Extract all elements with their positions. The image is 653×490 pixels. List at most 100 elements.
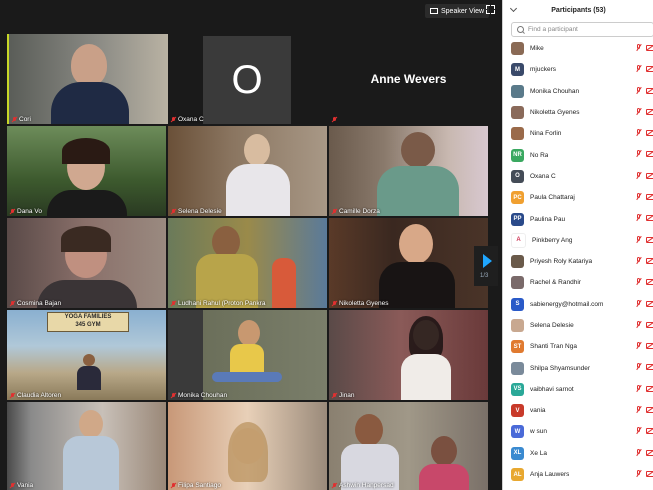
participant-name: Nikoletta Gyenes [530, 109, 580, 117]
video-off-icon [646, 257, 653, 264]
avatar: NR [511, 148, 524, 162]
participant-row[interactable]: Ssabienergy@hotmail.com [503, 294, 653, 315]
participant-name-label: Nikoletta Gyenes [332, 300, 389, 307]
video-off-icon [646, 215, 653, 222]
avatar: W [511, 425, 524, 439]
participant-row[interactable]: Priyesh Roly Katariya [503, 251, 653, 272]
video-off-icon [646, 449, 653, 456]
participant-name: Oxana C [530, 172, 556, 180]
video-off-icon [646, 385, 653, 392]
participant-name-label: Filipa Santiago [171, 482, 221, 489]
chevron-down-icon[interactable] [509, 4, 518, 13]
participant-name: Rachel & Randhir [530, 279, 581, 287]
participant-row[interactable]: Monika Chouhan [503, 81, 653, 102]
participant-row[interactable]: PC Paula Chattaraj [503, 187, 653, 208]
participant-row[interactable]: Vvania [503, 400, 653, 421]
video-off-icon [646, 343, 653, 350]
video-off-icon [646, 151, 653, 158]
participant-search-input[interactable]: Find a participant [511, 22, 653, 37]
video-tile[interactable]: YOGA FAMILIES 345 GYM Claudia Altoren [7, 310, 166, 400]
mic-off-icon [636, 235, 642, 244]
participant-name: Shanti Tran Nga [530, 343, 577, 351]
participant-row[interactable]: XL Xe La [503, 443, 653, 464]
participant-name: Paula Chattaraj [530, 194, 575, 202]
muted-mic-icon [332, 482, 337, 489]
video-off-icon [646, 321, 653, 328]
video-tile[interactable]: Anne Wevers [329, 34, 488, 124]
search-placeholder: Find a participant [528, 26, 578, 33]
muted-mic-icon [171, 482, 176, 489]
mic-off-icon [636, 448, 642, 457]
video-tile[interactable]: Dana Vo [7, 126, 166, 216]
participant-row[interactable]: A Pinkberry Ang [503, 230, 653, 251]
participant-name-label: Claudia Altoren [10, 392, 61, 399]
mic-off-icon [636, 363, 642, 371]
muted-mic-icon [171, 300, 176, 307]
video-off-icon [646, 407, 653, 414]
participant-row[interactable]: Nina Forlin [503, 123, 653, 144]
page-indicator: 1/3 [480, 273, 489, 279]
participant-name-label: Jinan [332, 392, 355, 399]
mic-off-icon [636, 469, 642, 478]
video-tile[interactable]: Cosmina Bajan [7, 218, 166, 308]
video-off-icon [646, 236, 653, 243]
participant-name-label: Camille Dorza [332, 208, 380, 215]
video-tile[interactable]: Selena Delesie [168, 126, 327, 216]
participant-name: Paulina Pau [530, 215, 566, 223]
video-tile[interactable]: Filipa Santiago [168, 402, 327, 490]
mic-off-icon [636, 320, 642, 329]
next-page-button[interactable]: 1/3 [474, 246, 498, 286]
participant-row[interactable]: Selena Delesie [503, 315, 653, 336]
mic-off-icon [636, 150, 642, 158]
fullscreen-icon[interactable] [486, 5, 495, 14]
participant-name: Monika Chouhan [530, 87, 580, 95]
video-off-icon [646, 66, 653, 73]
participant-row[interactable]: Mike [503, 38, 653, 59]
video-tile[interactable]: Nikoletta Gyenes [329, 218, 488, 308]
participant-row[interactable]: ST Shanti Tran Nga [503, 336, 653, 357]
participant-row[interactable]: Ww sun [503, 421, 653, 442]
video-tile[interactable]: O Oxana C [168, 34, 327, 124]
speaker-view-button[interactable]: Speaker View [425, 4, 490, 18]
participant-row[interactable]: Rachel & Randhir [503, 272, 653, 293]
video-tile[interactable]: Ludhani Rahul (Proton Pankra [168, 218, 327, 308]
avatar [511, 106, 524, 120]
video-tile[interactable]: Monika Chouhan [168, 310, 327, 400]
participant-row[interactable]: PP Paulina Pau [503, 208, 653, 229]
video-tile[interactable]: Ashwin Hanpersad [329, 402, 488, 490]
participant-row[interactable]: VS vaibhavi sarnot [503, 379, 653, 400]
avatar [511, 127, 524, 141]
participant-name: Selena Delesie [530, 322, 574, 329]
participant-name-label [332, 117, 339, 123]
muted-mic-icon [10, 208, 15, 215]
video-off-icon [646, 470, 653, 477]
mic-off-icon [636, 171, 642, 180]
mic-off-icon [636, 214, 642, 222]
video-off-icon [646, 130, 653, 137]
video-off-icon [646, 279, 653, 286]
participant-row[interactable]: Shilpa Shyamsunder [503, 357, 653, 378]
video-tile[interactable]: Vania [7, 402, 166, 490]
participant-row[interactable]: Nikoletta Gyenes [503, 102, 653, 123]
participant-name: Nina Forlin [530, 130, 562, 138]
participants-panel: Participants (53) Find a participant Mik… [502, 0, 653, 490]
avatar [511, 361, 524, 375]
avatar [511, 42, 524, 56]
participant-name-label: Ludhani Rahul (Proton Pankra [171, 300, 265, 307]
participant-row[interactable]: O Oxana C [503, 166, 653, 187]
participants-title: Participants (53) [551, 6, 606, 14]
participant-row[interactable]: NR No Ra [503, 144, 653, 165]
participant-name: Priyesh Roly Katariya [530, 258, 593, 266]
avatar: S [511, 297, 524, 311]
grid-icon [430, 8, 438, 14]
avatar: XL [511, 446, 524, 460]
video-tile[interactable]: Camille Dorza [329, 126, 488, 216]
participant-row[interactable]: AL Anja Lauwers [503, 464, 653, 485]
participant-row[interactable]: Mmjuckers [503, 59, 653, 80]
mic-off-icon [636, 65, 642, 73]
avatar [511, 319, 524, 332]
avatar [511, 255, 524, 269]
video-tile[interactable]: Cori [7, 34, 168, 124]
mic-off-icon [636, 427, 642, 435]
video-tile[interactable]: Jinan [329, 310, 488, 400]
